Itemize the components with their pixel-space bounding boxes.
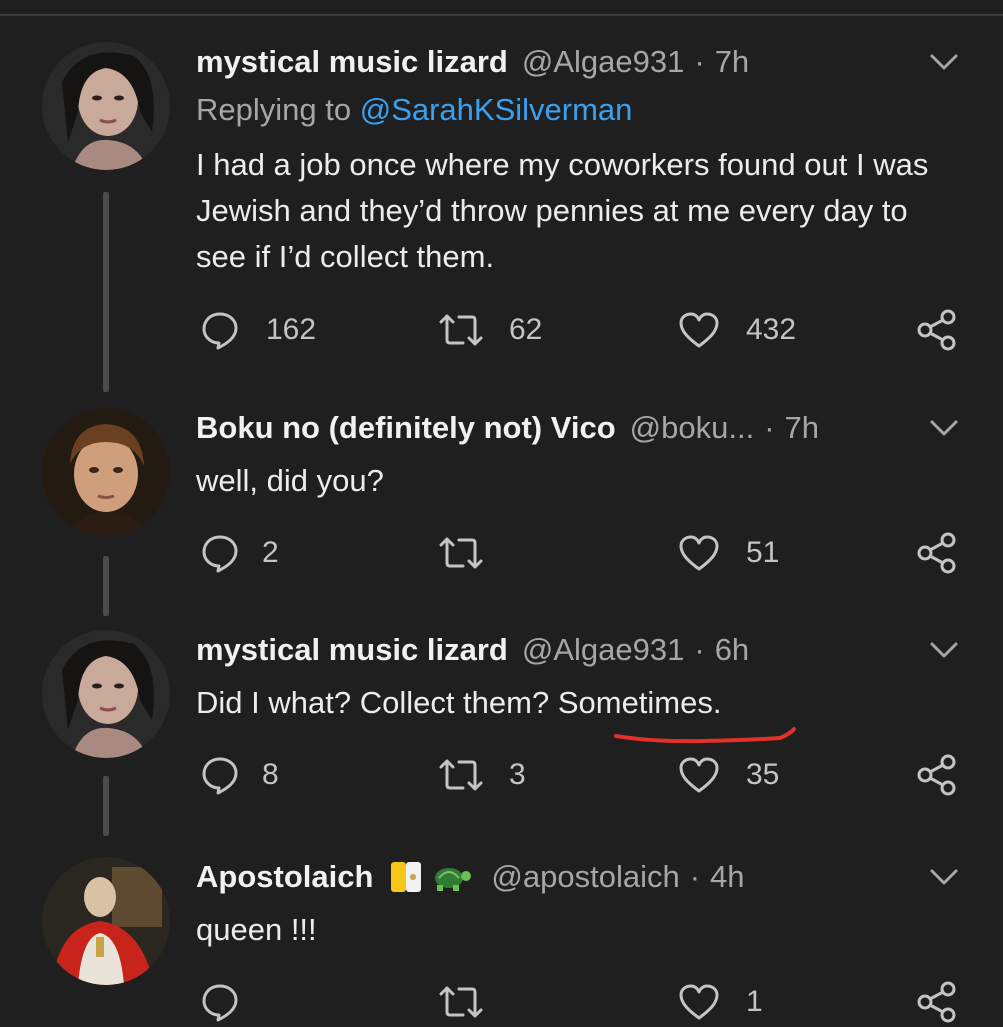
avatar[interactable] bbox=[42, 408, 170, 536]
reply-count: 162 bbox=[266, 313, 317, 346]
retweet-button[interactable] bbox=[437, 528, 485, 578]
retweet-icon bbox=[437, 312, 485, 348]
retweet-button[interactable]: 62 bbox=[437, 305, 542, 355]
reply-button[interactable]: 8 bbox=[200, 750, 279, 800]
user-handle[interactable]: @Algae931 bbox=[522, 44, 684, 80]
avatar[interactable] bbox=[42, 42, 170, 170]
reply-icon bbox=[200, 310, 240, 350]
tweet-text: queen !!! bbox=[196, 912, 317, 947]
chevron-down-icon[interactable] bbox=[927, 414, 961, 442]
separator-dot: · bbox=[764, 410, 775, 445]
avatar[interactable] bbox=[42, 630, 170, 758]
thread-line bbox=[103, 192, 109, 392]
reply-icon bbox=[200, 755, 240, 795]
share-icon bbox=[916, 754, 958, 796]
retweet-button[interactable]: 3 bbox=[437, 750, 526, 800]
timestamp[interactable]: 7h bbox=[785, 410, 819, 446]
heart-icon bbox=[678, 756, 720, 794]
share-button[interactable] bbox=[916, 528, 958, 578]
retweet-icon bbox=[437, 535, 485, 571]
reply-icon bbox=[200, 982, 240, 1022]
reply-button[interactable]: 162 bbox=[200, 305, 316, 355]
share-button[interactable] bbox=[916, 305, 958, 355]
share-icon bbox=[916, 532, 958, 574]
chevron-down-icon[interactable] bbox=[927, 636, 961, 664]
retweet-count: 62 bbox=[509, 313, 543, 346]
share-icon bbox=[916, 309, 958, 351]
display-name[interactable]: mystical music lizard bbox=[196, 632, 508, 668]
user-handle[interactable]: @boku... bbox=[630, 410, 755, 446]
display-name[interactable]: mystical music lizard bbox=[196, 44, 508, 80]
heart-icon bbox=[678, 983, 720, 1021]
like-button[interactable]: 51 bbox=[678, 528, 779, 578]
heart-icon bbox=[678, 534, 720, 572]
retweet-button[interactable] bbox=[437, 977, 485, 1027]
replying-prefix: Replying to bbox=[196, 92, 352, 127]
share-icon bbox=[916, 981, 958, 1023]
tweet-actions: 1 bbox=[0, 977, 1003, 1027]
tweet-header: Apostolaich @apostolaich · 4h bbox=[196, 857, 923, 897]
separator-dot: · bbox=[689, 859, 701, 894]
top-divider bbox=[0, 0, 1003, 16]
separator-dot: · bbox=[694, 632, 705, 667]
chevron-down-icon[interactable] bbox=[927, 863, 961, 891]
timestamp[interactable]: 7h bbox=[715, 44, 749, 80]
avatar[interactable] bbox=[42, 857, 170, 985]
chevron-down-icon[interactable] bbox=[927, 48, 961, 76]
heart-icon bbox=[678, 311, 720, 349]
display-name[interactable]: Boku no (definitely not) Vico bbox=[196, 410, 616, 446]
tweet-actions: 162 62 432 bbox=[0, 305, 1003, 355]
separator-dot: · bbox=[694, 44, 705, 79]
tweet-header: mystical music lizard @Algae931 · 6h bbox=[196, 630, 923, 670]
mention-link[interactable]: @SarahKSilverman bbox=[360, 92, 633, 127]
like-count: 35 bbox=[746, 758, 780, 791]
replying-to: Replying to @SarahKSilverman bbox=[196, 92, 632, 128]
timestamp[interactable]: 6h bbox=[715, 632, 749, 668]
retweet-icon bbox=[437, 757, 485, 793]
like-button[interactable]: 35 bbox=[678, 750, 779, 800]
user-handle[interactable]: @apostolaich bbox=[491, 859, 679, 895]
red-underline-annotation bbox=[614, 727, 796, 744]
display-name[interactable]: Apostolaich bbox=[196, 859, 373, 895]
tweet-actions: 2 51 bbox=[0, 528, 1003, 578]
reply-count: 8 bbox=[262, 758, 279, 791]
like-button[interactable]: 1 bbox=[678, 977, 763, 1027]
tweet-header: Boku no (definitely not) Vico @boku... ·… bbox=[196, 408, 923, 448]
turtle-icon bbox=[429, 860, 473, 894]
share-button[interactable] bbox=[916, 977, 958, 1027]
retweet-count: 3 bbox=[509, 758, 526, 791]
reply-button[interactable]: 2 bbox=[200, 528, 279, 578]
reply-icon bbox=[200, 533, 240, 573]
tweet-actions: 8 3 35 bbox=[0, 750, 1003, 800]
vatican-flag-icon bbox=[391, 860, 422, 894]
reply-count: 2 bbox=[262, 536, 279, 569]
tweet-text: Did I what? Collect them? Sometimes. bbox=[196, 685, 722, 720]
like-count: 1 bbox=[746, 985, 763, 1018]
user-handle[interactable]: @Algae931 bbox=[522, 632, 684, 668]
tweet-header: mystical music lizard @Algae931 · 7h bbox=[196, 42, 923, 82]
like-count: 432 bbox=[746, 313, 797, 346]
like-button[interactable]: 432 bbox=[678, 305, 796, 355]
reply-button[interactable] bbox=[200, 977, 240, 1027]
tweet-text: I had a job once where my coworkers foun… bbox=[196, 147, 929, 274]
tweet-text: well, did you? bbox=[196, 463, 384, 498]
like-count: 51 bbox=[746, 536, 780, 569]
timestamp[interactable]: 4h bbox=[710, 859, 744, 895]
share-button[interactable] bbox=[916, 750, 958, 800]
retweet-icon bbox=[437, 984, 485, 1020]
